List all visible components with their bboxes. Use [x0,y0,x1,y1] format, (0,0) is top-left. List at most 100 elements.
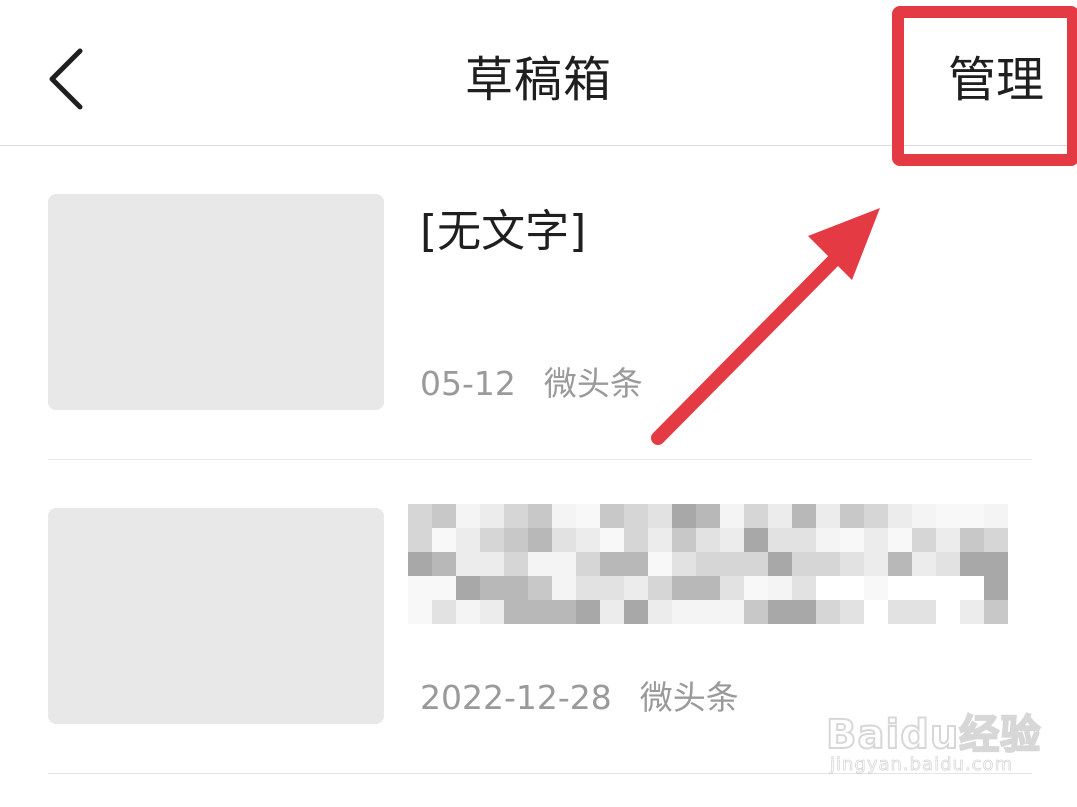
mosaic-cell [792,600,816,624]
mosaic-cell [552,600,576,624]
mosaic-cell [576,552,600,576]
mosaic-cell [840,600,864,624]
mosaic-cell [504,504,528,528]
manage-button[interactable]: 管理 [948,48,1044,112]
mosaic-cell [936,504,960,528]
page-title: 草稿箱 [464,52,612,108]
mosaic-cell [648,576,672,600]
mosaic-cell [600,600,624,624]
mosaic-cell [840,552,864,576]
mosaic-cell [456,600,480,624]
mosaic-cell [408,600,432,624]
mosaic-cell [888,552,912,576]
mosaic-cell [720,528,744,552]
draft-item[interactable]: 2022-12-28 微头条 [48,460,1032,774]
mosaic-cell [624,600,648,624]
draft-thumbnail [48,508,384,724]
mosaic-cell [984,600,1008,624]
mosaic-cell [960,528,984,552]
mosaic-cell [816,600,840,624]
mosaic-cell [552,504,576,528]
mosaic-cell [720,600,744,624]
mosaic-cell [792,504,816,528]
mosaic-cell [888,528,912,552]
mosaic-cell [840,504,864,528]
mosaic-cell [408,504,432,528]
mosaic-cell [456,504,480,528]
mosaic-cell [576,576,600,600]
mosaic-cell [816,552,840,576]
mosaic-cell [408,528,432,552]
mosaic-cell [672,600,696,624]
mosaic-cell [792,528,816,552]
mosaic-cell [888,600,912,624]
mosaic-cell [720,552,744,576]
mosaic-cell [744,552,768,576]
mosaic-cell [744,504,768,528]
mosaic-cell [672,576,696,600]
mosaic-cell [600,552,624,576]
mosaic-cell [504,552,528,576]
mosaic-cell [552,528,576,552]
mosaic-cell [960,600,984,624]
mosaic-cell [432,504,456,528]
mosaic-cell [480,552,504,576]
draft-source: 微头条 [543,364,643,403]
draft-title: [无文字] [420,206,587,257]
mosaic-cell [792,552,816,576]
mosaic-cell [984,504,1008,528]
mosaic-cell [936,552,960,576]
draft-date: 05-12 [420,364,516,403]
mosaic-cell [864,528,888,552]
mosaic-cell [864,576,888,600]
mosaic-cell [672,552,696,576]
mosaic-cell [696,504,720,528]
mosaic-cell [480,600,504,624]
mosaic-cell [720,504,744,528]
mosaic-cell [912,600,936,624]
mosaic-cell [456,552,480,576]
mosaic-cell [696,576,720,600]
mosaic-cell [960,504,984,528]
mosaic-cell [480,504,504,528]
draft-meta: 2022-12-28 微头条 [420,676,739,720]
mosaic-cell [504,600,528,624]
mosaic-cell [528,552,552,576]
mosaic-cell [768,576,792,600]
mosaic-cell [480,528,504,552]
mosaic-cell [552,576,576,600]
mosaic-cell [528,504,552,528]
mosaic-cell [528,576,552,600]
mosaic-cell [864,504,888,528]
mosaic-cell [432,576,456,600]
nav-bar: 草稿箱 管理 [0,0,1077,146]
mosaic-cell [768,504,792,528]
mosaic-cell [576,600,600,624]
draft-thumbnail [48,194,384,410]
mosaic-cell [528,528,552,552]
mosaic-cell [768,600,792,624]
mosaic-cell [864,552,888,576]
mosaic-cell [624,576,648,600]
draft-item[interactable]: [无文字] 05-12 微头条 [48,146,1032,460]
mosaic-cell [432,600,456,624]
mosaic-cell [816,504,840,528]
draft-source: 微头条 [639,678,739,717]
mosaic-cell [504,528,528,552]
mosaic-cell [744,576,768,600]
mosaic-cell [600,576,624,600]
mosaic-cell [984,552,1008,576]
mosaic-cell [408,576,432,600]
mosaic-cell [768,552,792,576]
mosaic-cell [696,600,720,624]
mosaic-cell [744,528,768,552]
mosaic-cell [576,504,600,528]
mosaic-cell [432,528,456,552]
mosaic-cell [768,528,792,552]
mosaic-cell [984,576,1008,600]
mosaic-cell [456,576,480,600]
mosaic-cell [600,504,624,528]
obscured-title-mosaic [408,504,1012,644]
mosaic-cell [504,576,528,600]
mosaic-cell [648,528,672,552]
